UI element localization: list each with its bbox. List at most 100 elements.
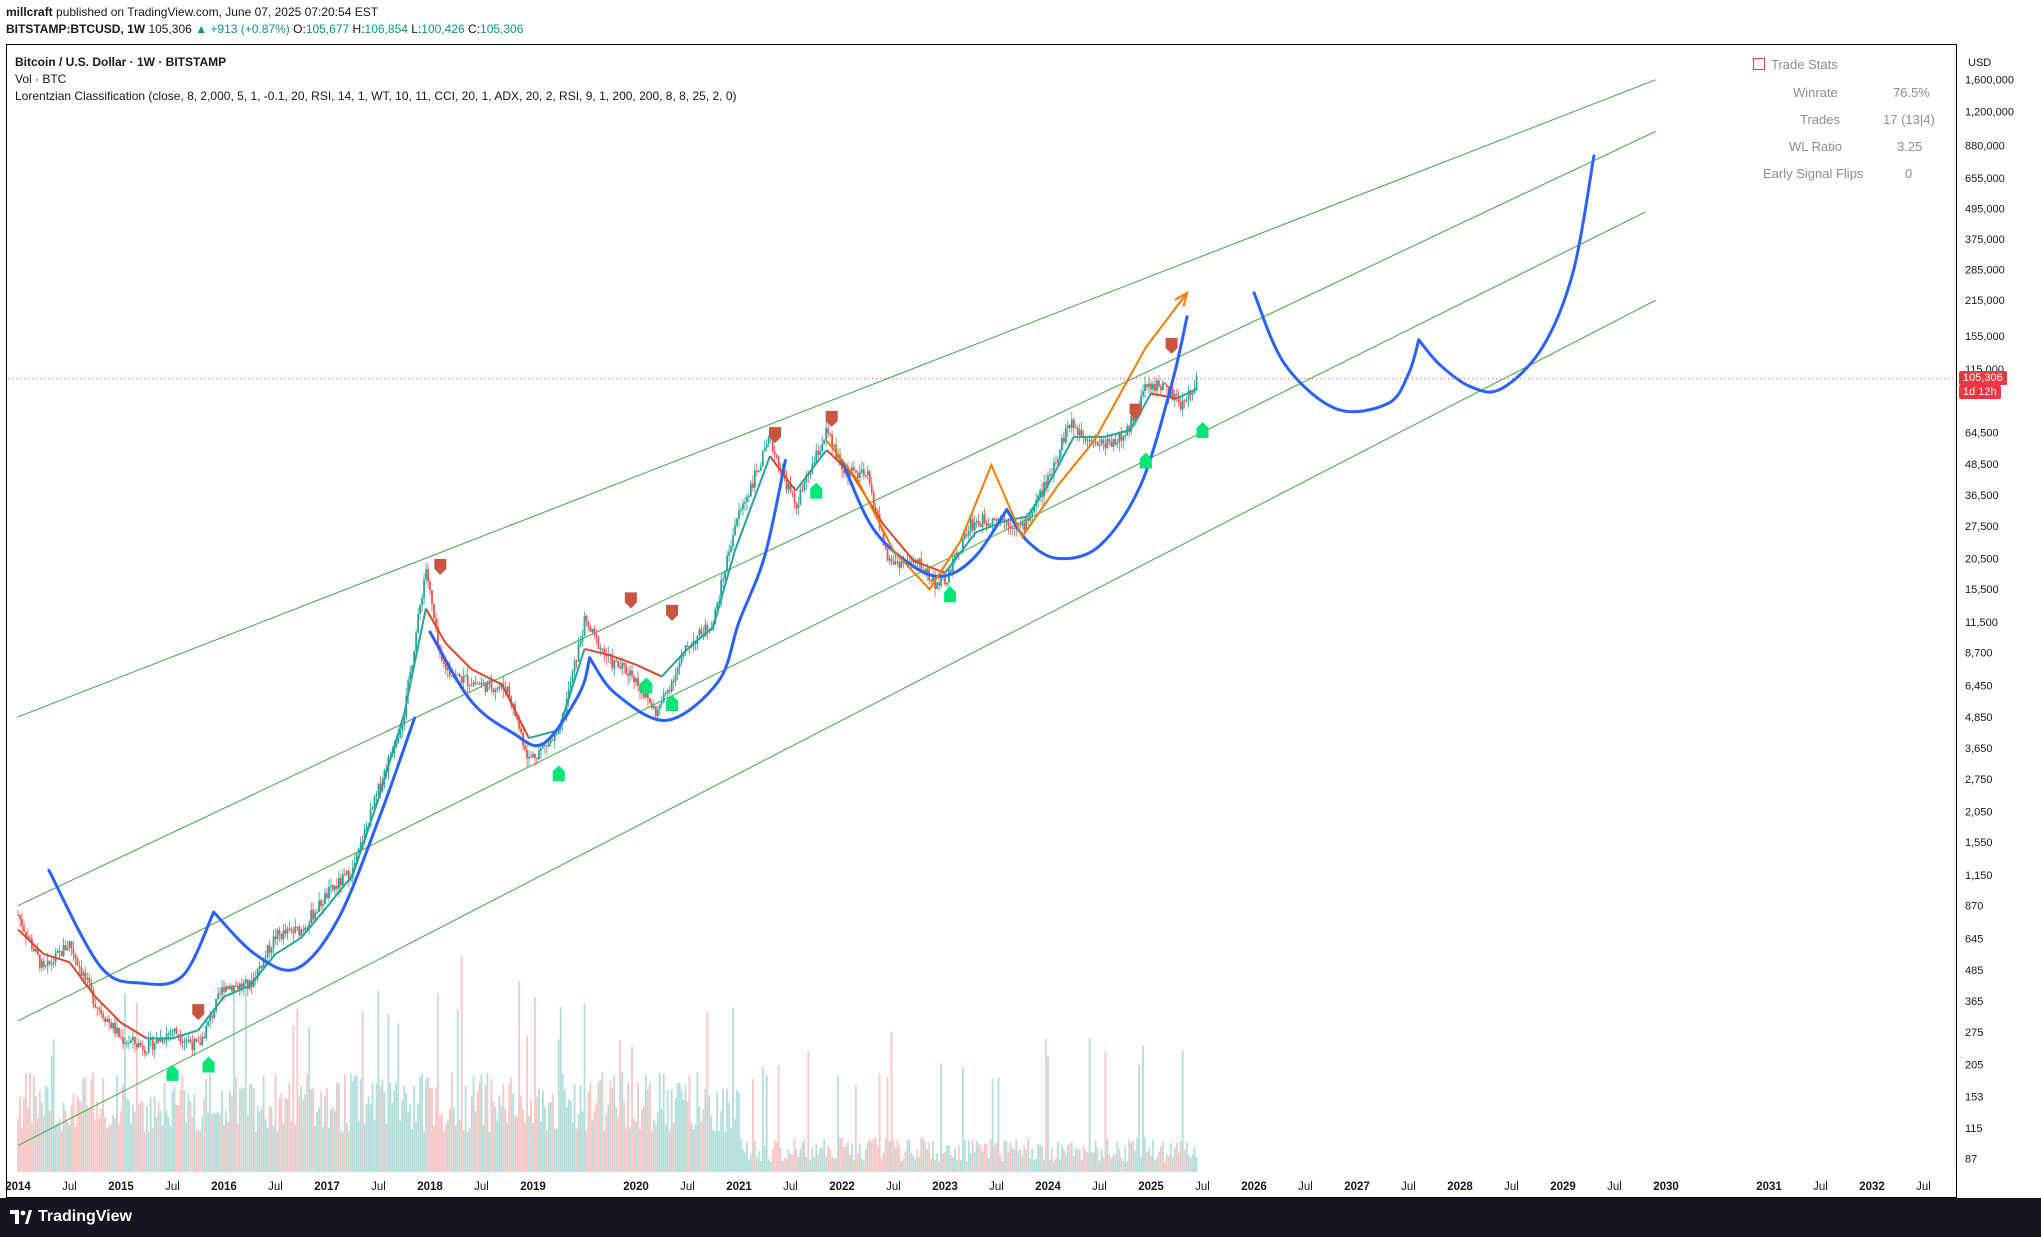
- candle-body: [975, 520, 978, 523]
- volume-bar: [1058, 1159, 1061, 1172]
- candle-body: [268, 945, 271, 953]
- volume-bar: [997, 1077, 1000, 1172]
- candle-body: [1045, 482, 1047, 486]
- volume-bar: [854, 1085, 857, 1172]
- volume-bar: [930, 1157, 933, 1172]
- candle-body: [456, 674, 459, 676]
- volume-bar: [613, 1075, 616, 1172]
- projection-curve: [212, 716, 417, 972]
- candle-body: [68, 941, 71, 948]
- time-tick-label: Jul: [371, 1181, 386, 1193]
- volume-bar: [676, 1082, 679, 1172]
- volume-bar: [78, 1100, 81, 1172]
- volume-bar: [1005, 1140, 1008, 1172]
- tradingview-logo[interactable]: TradingView: [10, 1208, 132, 1226]
- volume-bar: [645, 1075, 647, 1172]
- buy-signal-icon: [1196, 422, 1209, 439]
- candle-body: [173, 1028, 176, 1032]
- candle-body: [1110, 441, 1113, 447]
- volume-bar: [1064, 1153, 1067, 1172]
- time-axis[interactable]: 2014 Jul 2015 Jul 2016 Jul 2017 Jul 2018 Jul 2019 2…: [5, 1181, 1931, 1193]
- candle-body: [318, 900, 320, 912]
- candle-body: [585, 615, 588, 622]
- volume-bar: [1003, 1141, 1006, 1172]
- volume-bar: [942, 1153, 944, 1172]
- time-tick-label: 2019: [520, 1181, 546, 1193]
- volume-bar: [130, 1123, 132, 1172]
- volume-bar: [643, 1106, 645, 1172]
- volume-bar: [1037, 1144, 1039, 1172]
- volume-bar: [233, 997, 235, 1172]
- candle-body: [833, 444, 835, 447]
- candle-body: [773, 451, 776, 455]
- price-chart[interactable]: USD 1,600,000 1,200,000 880,000 655,000 495,0…: [0, 0, 2041, 1237]
- candle-body: [597, 636, 600, 649]
- candle-body: [310, 910, 313, 924]
- candle-body: [613, 660, 616, 669]
- candle-body: [470, 685, 473, 687]
- sell-signal-icon: [434, 558, 447, 575]
- candle-body: [193, 1038, 196, 1051]
- candle-body: [417, 613, 420, 633]
- candle-body: [482, 682, 485, 684]
- candle-body: [187, 1039, 190, 1041]
- candle-body: [724, 571, 727, 580]
- candle-body: [617, 661, 620, 667]
- candle-body: [1027, 518, 1030, 521]
- volume-bar: [761, 1066, 764, 1172]
- price-tick-label: 655,000: [1965, 173, 2005, 185]
- volume-bar: [508, 1083, 511, 1172]
- candle-body: [662, 693, 665, 703]
- candle-body: [233, 985, 235, 992]
- time-tick-label: 2026: [1241, 1181, 1267, 1193]
- candle-body: [637, 678, 639, 687]
- volume-bar: [171, 1090, 174, 1172]
- candle-body: [80, 967, 83, 976]
- volume-bar: [1062, 1149, 1065, 1172]
- candle-body: [545, 745, 548, 747]
- volume-bar: [845, 1146, 847, 1172]
- candle-body: [793, 492, 796, 503]
- price-tick-label: 20,500: [1965, 553, 1999, 565]
- time-tick-label: 2022: [829, 1181, 855, 1193]
- time-tick-label: 2024: [1035, 1181, 1061, 1193]
- sell-signal-icon: [666, 604, 679, 621]
- volume-bar: [581, 1111, 584, 1172]
- candle-body: [831, 434, 833, 447]
- projection-curve: [588, 459, 787, 722]
- candle-body: [205, 1025, 208, 1039]
- volume-bar: [621, 1072, 624, 1172]
- volume-bar: [82, 1078, 85, 1172]
- volume-bar: [734, 1119, 736, 1172]
- candle-body: [543, 745, 546, 747]
- volume-bar: [161, 1125, 164, 1172]
- candle-body: [373, 796, 376, 808]
- volume-bar: [70, 1104, 73, 1172]
- volume-bar: [468, 1128, 471, 1172]
- sell-signal-icon: [624, 592, 637, 609]
- volume-bar: [324, 1095, 326, 1172]
- legend-title[interactable]: Bitcoin / U.S. Dollar · 1W · BITSTAMP: [15, 54, 737, 71]
- price-axis[interactable]: USD 1,600,000 1,200,000 880,000 655,000 495,0…: [1954, 46, 2014, 1172]
- volume-bar: [837, 1076, 839, 1172]
- candle-body: [484, 682, 487, 692]
- volume-bar: [1187, 1154, 1190, 1172]
- volume-bar: [961, 1067, 964, 1172]
- candle-body: [52, 962, 55, 964]
- candle-body: [60, 951, 63, 956]
- volume-bar: [1106, 1138, 1109, 1172]
- legend-indicator[interactable]: Lorentzian Classification (close, 8, 2,0…: [15, 88, 737, 105]
- volume-bar: [668, 1130, 671, 1172]
- volume-bar: [240, 1086, 243, 1172]
- volume-bar: [611, 1088, 614, 1172]
- candle-body: [58, 950, 61, 952]
- volume-bar: [601, 1072, 604, 1172]
- volume-bar: [189, 1100, 192, 1172]
- volume-bar: [266, 1127, 269, 1172]
- volume-bar: [114, 1118, 116, 1172]
- candle-body: [276, 929, 279, 940]
- volume-bar: [98, 1118, 101, 1172]
- legend-volume[interactable]: Vol · BTC: [15, 71, 737, 88]
- volume-bar: [308, 1026, 311, 1172]
- volume-bar: [446, 1120, 449, 1172]
